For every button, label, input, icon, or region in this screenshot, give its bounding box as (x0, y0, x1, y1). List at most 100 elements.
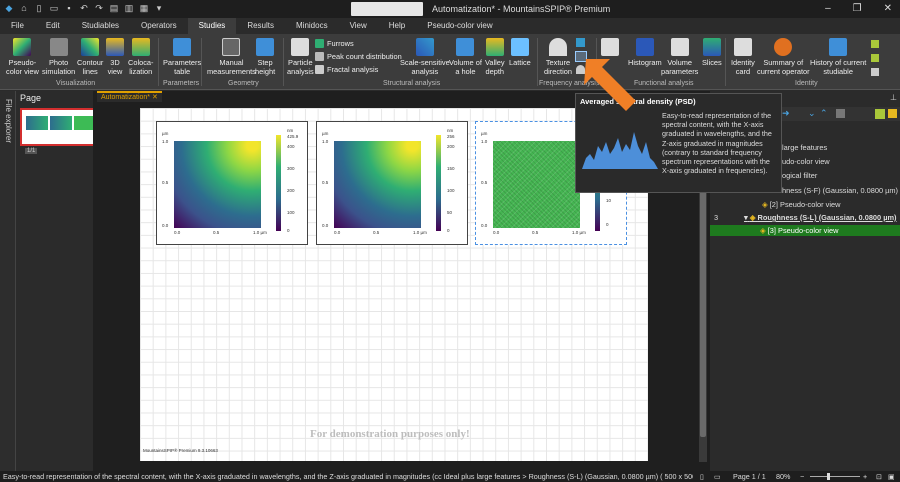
page-indicator: Page 1 / 1 (733, 472, 766, 481)
volume-parameters-button[interactable]: Volume parameters (661, 38, 698, 76)
customize-dropdown-icon[interactable]: ▾ (154, 3, 164, 14)
menu-studies[interactable]: Studies (187, 18, 237, 34)
menu-help[interactable]: Help (378, 18, 416, 34)
grid-icon[interactable] (875, 109, 885, 119)
options-icon[interactable] (836, 109, 845, 118)
psd-preview-icon (582, 124, 658, 169)
manual-measurements-button[interactable]: Manual measurements (207, 38, 256, 76)
menu-studiables[interactable]: Studiables (71, 18, 130, 34)
history-current-studiable-button[interactable]: History of current studiable (810, 38, 866, 76)
zoom-slider-handle[interactable] (827, 473, 830, 480)
parameters-table-button[interactable]: Parameters table (163, 38, 201, 76)
tree-item-pseudo-color-view-3[interactable]: ◈ [3] Pseudo-color view (710, 225, 900, 236)
group-visualization: Visualization (56, 80, 96, 87)
valley-depth-button[interactable]: Valley depth (485, 38, 505, 76)
menu-results[interactable]: Results (236, 18, 285, 34)
title-search-box[interactable] (351, 2, 423, 16)
tree-item-pseudo-color-view-2[interactable]: ◈ [2] Pseudo-color view (762, 200, 840, 209)
3d-view-button[interactable]: 3D view (106, 38, 124, 76)
menu-minidocs[interactable]: Minidocs (285, 18, 339, 34)
fit-page-icon[interactable]: ⊡ (876, 471, 882, 482)
pseudo-color-view-2[interactable]: 1.0 0.5 0.0 µm 0.0 0.5 1.0 µm nm 256 200… (316, 121, 468, 245)
arrow-right-icon[interactable]: ➜ (782, 108, 790, 119)
chevron-up-icon[interactable]: ⌃ (820, 108, 828, 119)
open-folder-icon[interactable]: ▭ (49, 3, 59, 14)
page-viewer-title: Page viewer⊥✕ (17, 91, 93, 117)
page-layout-icon[interactable]: ▭ (714, 471, 721, 482)
frequency-spectrum-icon[interactable] (576, 38, 585, 47)
new-document-icon[interactable]: ▯ (34, 3, 44, 14)
menu-pseudo-color-view[interactable]: Pseudo-color view (416, 18, 503, 34)
height-map-2 (334, 141, 421, 228)
status-message: Easy-to-read representation of the spect… (3, 472, 693, 481)
peak-count-distribution-button[interactable]: Peak count distribution (315, 52, 402, 61)
x-tick: 1.0 µm (572, 230, 586, 235)
side-icon-1[interactable] (871, 40, 879, 48)
side-icon-3[interactable] (871, 68, 879, 76)
options-icon[interactable]: ▦ (139, 3, 149, 14)
tree-item-morphological-filter[interactable]: ogical filter (782, 171, 817, 180)
particle-analysis-button[interactable]: Particle analysis (287, 38, 314, 76)
volume-hole-icon (456, 38, 475, 56)
identity-card-button[interactable]: Identity card (731, 38, 755, 76)
tree-item-roughness-sf[interactable]: hness (S-F) (Gaussian, 0.0800 µm) (782, 186, 898, 195)
page-thumbnail-number: 1/1 (25, 148, 38, 154)
tree-item-large-features[interactable]: large features (782, 143, 827, 152)
tree-item-roughness-sl[interactable]: ▾ ◈ Roughness (S-L) (Gaussian, 0.0800 µm… (744, 213, 897, 222)
print-icon[interactable]: ▤ (109, 3, 119, 14)
home-icon[interactable]: ⌂ (19, 3, 29, 14)
undo-icon[interactable]: ↶ (79, 3, 89, 14)
texture-direction-button[interactable]: Texture direction (544, 38, 572, 76)
operator-icon: ◈ (749, 213, 756, 222)
menu-view[interactable]: View (339, 18, 378, 34)
side-icon-2[interactable] (871, 54, 879, 62)
x-tick: 0.0 (334, 230, 341, 235)
menu-operators[interactable]: Operators (130, 18, 188, 34)
scale-sensitive-analysis-button[interactable]: Scale-sensitive analysis (400, 38, 450, 76)
ribbon-separator (725, 38, 726, 86)
chevron-down-icon[interactable]: ⌄ (808, 108, 816, 119)
summary-current-operator-button[interactable]: Summary of current operator (757, 38, 810, 76)
window-title: Automatization* - MountainsSPIP® Premium (432, 4, 611, 14)
fractal-analysis-button[interactable]: Fractal analysis (315, 65, 378, 74)
photo-simulation-button[interactable]: Photo simulation (42, 38, 75, 76)
zoom-out-icon[interactable]: − (800, 471, 804, 482)
close-icon[interactable]: ✕ (884, 3, 892, 14)
peak-count-icon (315, 52, 324, 61)
tab-automatization[interactable]: Automatization* ✕ (97, 91, 162, 102)
pseudo-color-view-1[interactable]: 1.0 0.5 0.0 µm 0.0 0.5 1.0 µm nm 425.9 4… (156, 121, 308, 245)
tab-close-icon[interactable]: ✕ (152, 94, 158, 101)
menu-file[interactable]: File (0, 18, 35, 34)
quick-access-toolbar: ◆ ⌂ ▯ ▭ ▪ ↶ ↷ ▤ ▥ ▦ ▾ (4, 3, 164, 14)
zoom-in-icon[interactable]: + (863, 471, 867, 482)
zoom-slider[interactable] (810, 476, 860, 477)
save-icon[interactable]: ▪ (64, 3, 74, 14)
contour-lines-button[interactable]: Contour lines (77, 38, 103, 76)
group-structural-analysis: Structural analysis (383, 80, 441, 87)
slices-button[interactable]: Slices (702, 38, 722, 68)
folder-icon[interactable] (888, 109, 897, 118)
tooltip-body: Easy-to-read representation of the spect… (662, 111, 772, 176)
volume-of-a-hole-button[interactable]: Volume of a hole (449, 38, 482, 76)
restore-icon[interactable]: ❐ (853, 3, 862, 14)
furrows-button[interactable]: Furrows (315, 39, 354, 48)
minimize-icon[interactable]: – (825, 3, 831, 14)
document-page[interactable]: 1.0 0.5 0.0 µm 0.0 0.5 1.0 µm nm 425.9 4… (140, 108, 648, 461)
expand-arrow-icon[interactable]: ▾ (744, 213, 748, 222)
scale-unit: nm (287, 128, 294, 133)
tree-item-pseudo-color-view[interactable]: udo-color view (782, 157, 830, 166)
ribbon: Pseudo- color view Photo simulation Cont… (0, 34, 900, 90)
page-icon[interactable]: ▯ (700, 471, 704, 482)
redo-icon[interactable]: ↷ (94, 3, 104, 14)
y-tick: 0.5 (481, 180, 488, 185)
lattice-button[interactable]: Lattice (509, 38, 531, 68)
fit-width-icon[interactable]: ▣ (888, 471, 895, 482)
history-icon (829, 38, 848, 56)
pin-icon[interactable]: ⊥ (890, 93, 897, 102)
document-icon[interactable]: ▥ (124, 3, 134, 14)
file-explorer-strip[interactable]: File explorer (0, 91, 16, 471)
step-height-button[interactable]: Step height (255, 38, 275, 76)
colocalization-button[interactable]: Coloca- lization (128, 38, 153, 76)
menu-edit[interactable]: Edit (35, 18, 71, 34)
pseudo-color-view-button[interactable]: Pseudo- color view (6, 38, 39, 76)
